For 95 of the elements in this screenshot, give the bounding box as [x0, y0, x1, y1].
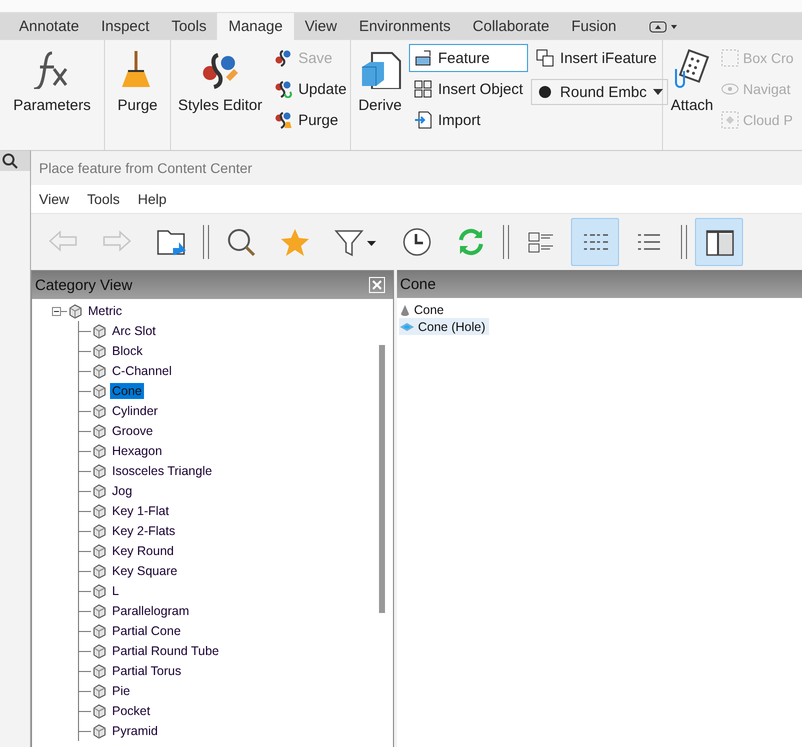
ribbon-button[interactable]: Purge [269, 106, 352, 134]
import-icon [414, 111, 432, 129]
shape-icon [91, 603, 107, 619]
shape-icon [67, 303, 83, 319]
tree-item[interactable]: Key Square [110, 563, 180, 579]
grid-icon [414, 80, 432, 98]
search-icon[interactable] [2, 153, 18, 169]
palette-icon [274, 80, 292, 98]
menu-item[interactable]: Tools [87, 191, 120, 207]
tree-item[interactable]: C-Channel [110, 363, 174, 379]
tree-item[interactable]: Key 2-Flats [110, 523, 178, 539]
close-icon[interactable] [369, 277, 385, 293]
dotted-box-icon [721, 111, 739, 129]
shape-icon [91, 463, 107, 479]
ribbon-tab[interactable]: Collaborate [462, 13, 560, 40]
shape-icon [91, 563, 107, 579]
shape-icon [91, 363, 107, 379]
palette-icon [274, 111, 292, 129]
ribbon-button[interactable]: Insert Object [409, 75, 528, 103]
tree-item[interactable]: Parallelogram [110, 603, 192, 619]
ribbon-tab[interactable]: Environments [348, 13, 462, 40]
ribbon-button[interactable]: Feature [409, 44, 528, 72]
scrollbar[interactable] [379, 345, 385, 613]
tree-item[interactable]: Groove [110, 423, 155, 439]
dialog-title: Place feature from Content Center [38, 159, 254, 178]
ribbon-tab[interactable]: Fusion [560, 13, 628, 40]
shape-icon [91, 723, 107, 739]
ribbon-button[interactable]: Import [409, 106, 528, 134]
tree-item[interactable]: Key 1-Flat [110, 503, 171, 519]
tree-item[interactable]: Pocket [110, 703, 152, 719]
caret-icon [652, 89, 663, 95]
tree-item[interactable]: Jog [110, 483, 134, 499]
toolbar-button[interactable] [571, 218, 619, 266]
tree-item[interactable]: Arc Slot [110, 323, 158, 339]
toolbar-button[interactable] [695, 218, 743, 266]
shape-icon [91, 543, 107, 559]
hole-icon [399, 320, 415, 332]
ribbon-button[interactable]: Parameters [9, 44, 95, 117]
tree-item[interactable]: Key Round [110, 543, 176, 559]
ribbon-tab[interactable]: Inspect [90, 13, 160, 40]
content-item[interactable]: Cone [399, 301, 448, 318]
shape-icon [91, 623, 107, 639]
menu-item[interactable]: Help [138, 191, 167, 207]
tree-item[interactable]: Pie [110, 683, 132, 699]
shape-icon [91, 323, 107, 339]
ribbon-tab[interactable]: View [294, 13, 348, 40]
style-dropdown[interactable]: Round Embc [531, 79, 668, 105]
ribbon-button[interactable]: Derive [354, 44, 406, 117]
shape-icon [91, 523, 107, 539]
tree-item[interactable]: L [110, 583, 121, 599]
shape-icon [91, 663, 107, 679]
tree-item[interactable]: Partial Round Tube [110, 643, 222, 659]
shape-icon [91, 683, 107, 699]
content-item[interactable]: Cone (Hole) [399, 318, 490, 335]
ribbon-tab[interactable]: Manage [217, 13, 294, 40]
shape-icon [91, 383, 107, 399]
collapse-icon[interactable] [52, 306, 61, 316]
pane-title: Category View [35, 276, 132, 294]
ifeature-icon [536, 49, 554, 67]
ribbon-button[interactable]: Update [269, 75, 352, 103]
palette-icon [274, 49, 292, 67]
ribbon-tab[interactable]: Tools [160, 13, 218, 40]
menu-item[interactable]: View [39, 191, 70, 207]
cone-icon [399, 304, 411, 316]
shape-icon [91, 503, 107, 519]
ribbon-tab[interactable]: Annotate [8, 13, 90, 40]
tree-item[interactable]: Block [110, 343, 145, 359]
shape-icon [91, 703, 107, 719]
tree-item[interactable]: Hexagon [110, 443, 164, 459]
star-icon [280, 227, 310, 257]
tree-item[interactable]: Metric [86, 303, 124, 319]
ribbon-button[interactable]: Styles Editor [174, 44, 266, 117]
shape-icon [91, 443, 107, 459]
ribbon-button[interactable]: Attach [666, 44, 718, 117]
tree-item[interactable]: Cylinder [110, 403, 160, 419]
clock-icon [402, 227, 432, 257]
tree-item[interactable]: Partial Cone [110, 623, 183, 639]
dotted-box-icon [721, 49, 739, 67]
caret-icon [649, 20, 680, 32]
shape-icon [91, 403, 107, 419]
shape-icon [91, 343, 107, 359]
shape-icon [91, 643, 107, 659]
shape-icon [91, 483, 107, 499]
shape-icon [91, 423, 107, 439]
tree-item[interactable]: Pyramid [110, 723, 160, 739]
ribbon-button[interactable]: Insert iFeature [531, 44, 668, 72]
search-icon [226, 227, 256, 257]
shape-icon [91, 583, 107, 599]
tree-item[interactable]: Isosceles Triangle [110, 463, 214, 479]
pane-title: Cone [400, 276, 436, 292]
tree-item[interactable]: Partial Torus [110, 663, 184, 679]
refresh-icon [456, 227, 486, 257]
tree-item[interactable]: Cone [110, 383, 144, 399]
ribbon-button[interactable]: Purge [112, 44, 164, 117]
feature-icon [414, 49, 432, 67]
